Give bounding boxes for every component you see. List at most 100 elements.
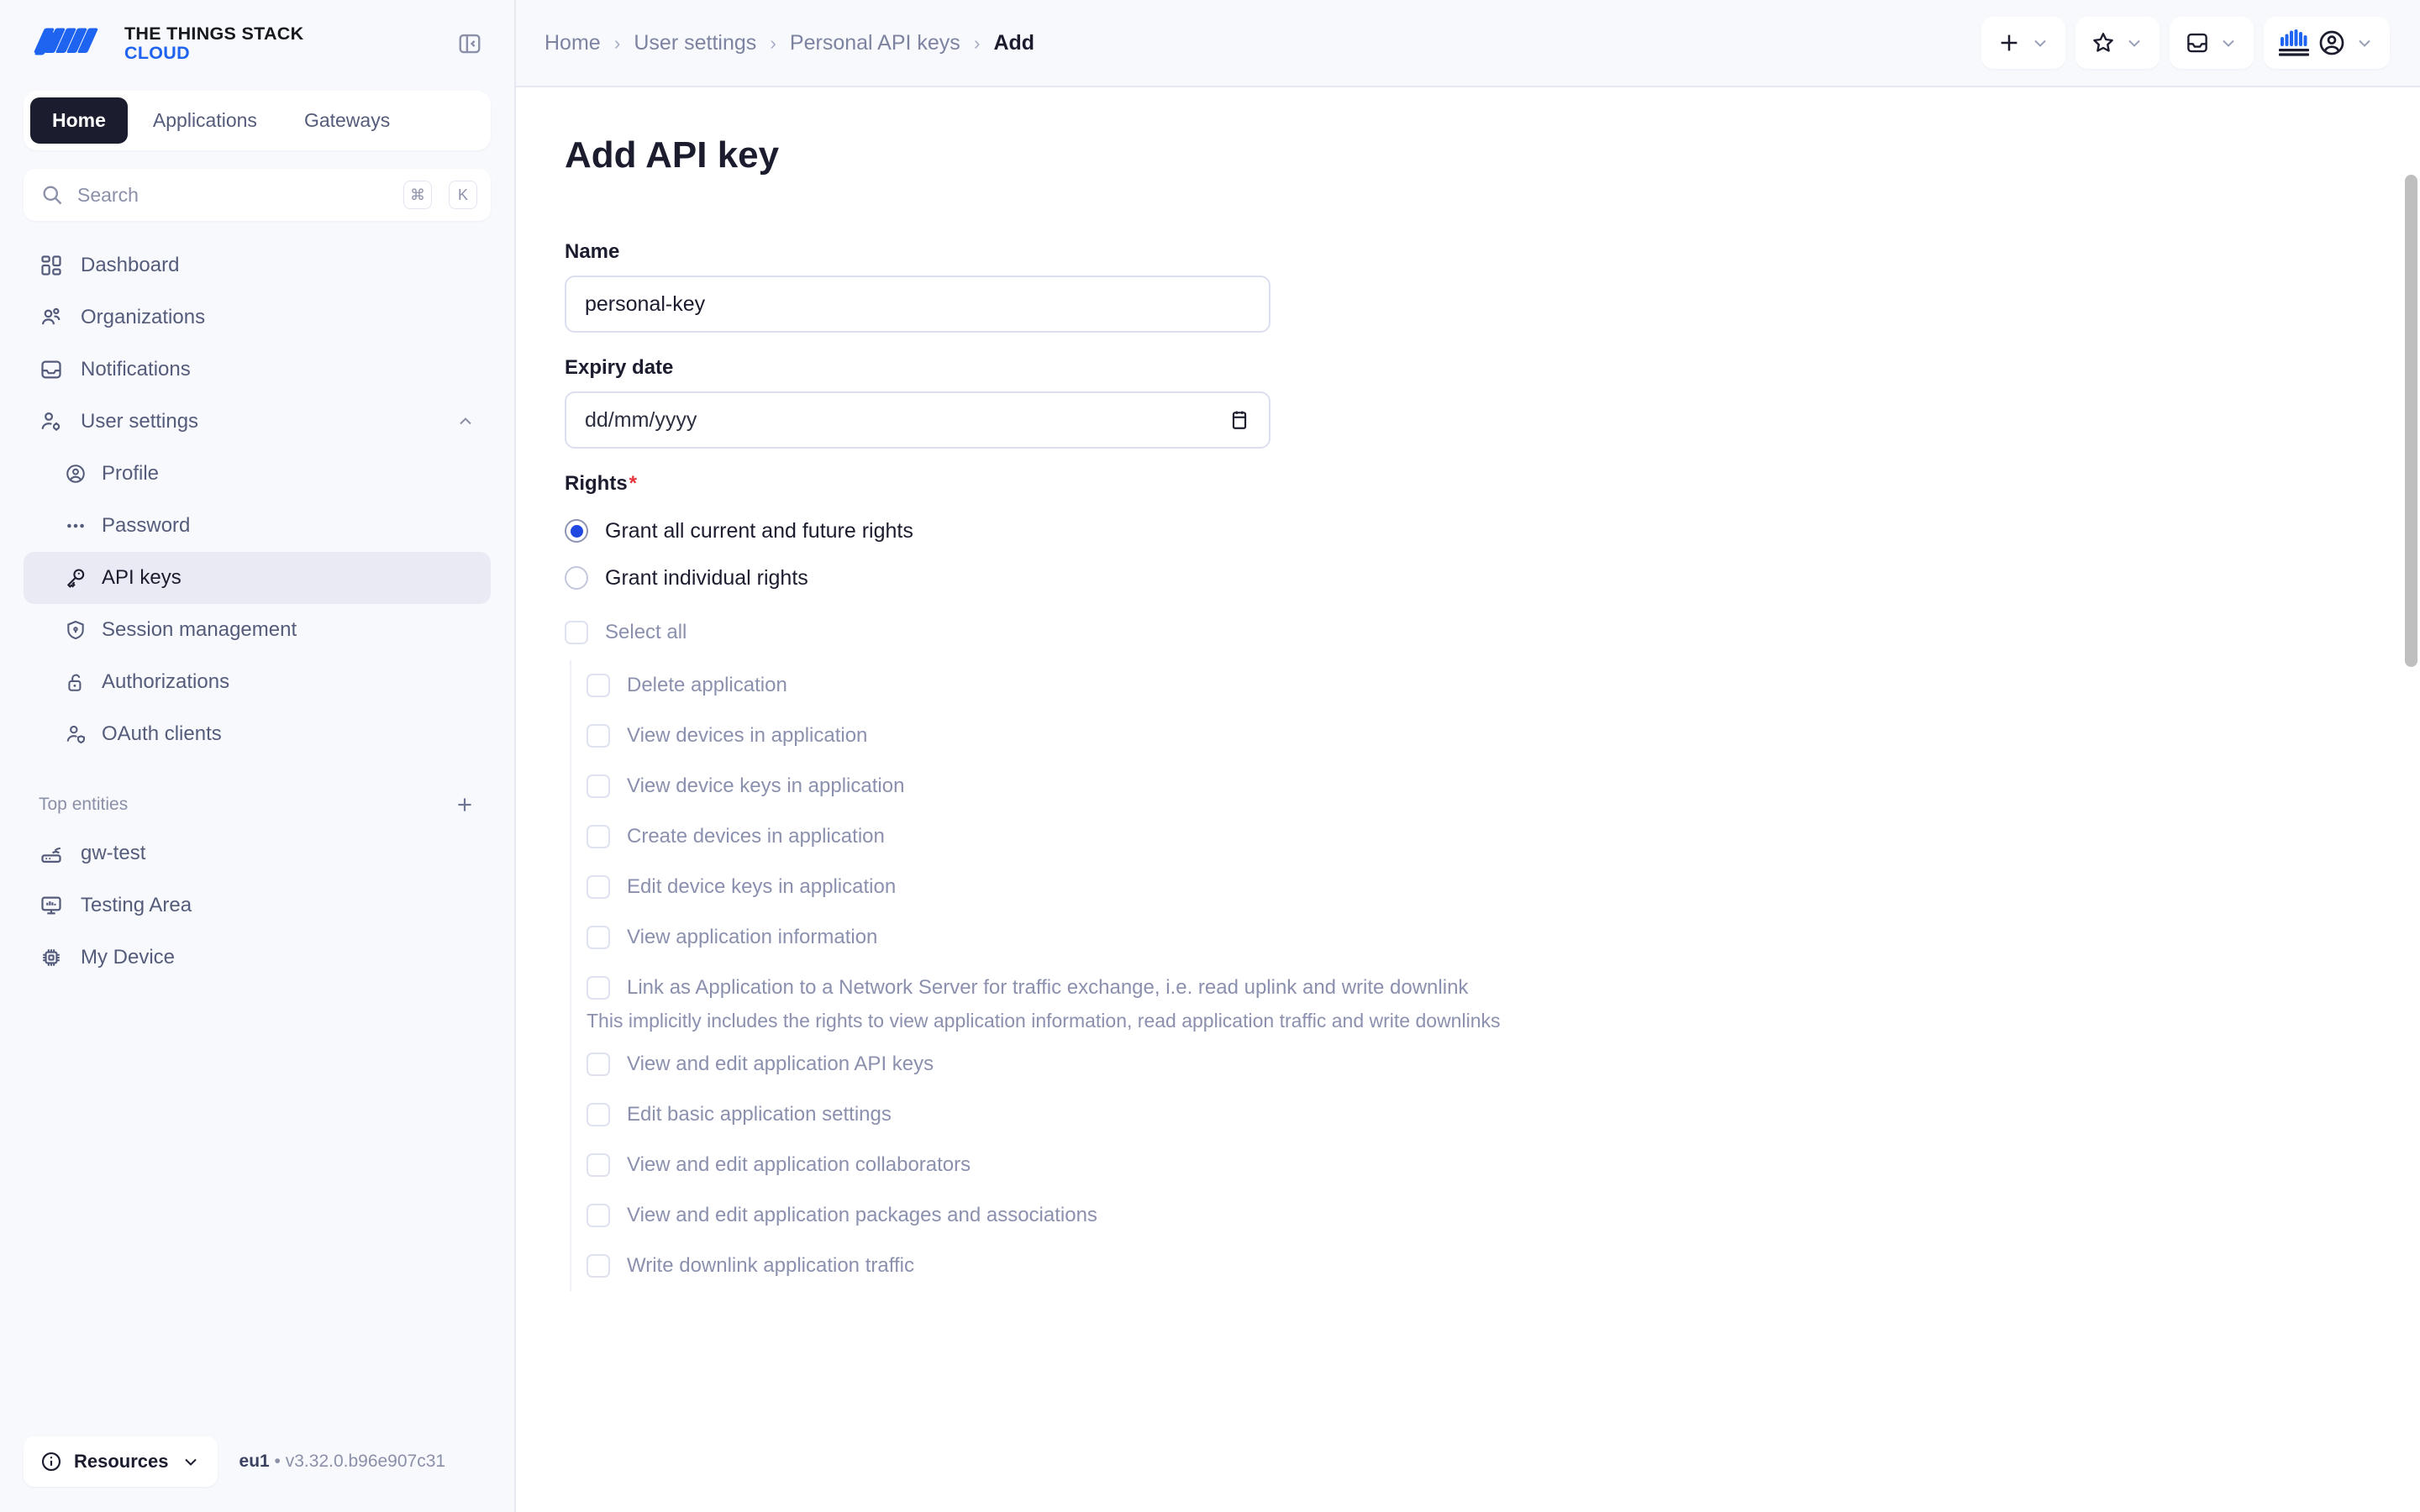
sidebar-item-api-keys[interactable]: API keys <box>24 552 491 604</box>
avatar-icon <box>2319 30 2344 55</box>
select-all-checkbox[interactable]: Select all <box>565 610 2420 655</box>
bookmarks-menu-button[interactable] <box>2075 17 2160 69</box>
sidebar-item-user-settings[interactable]: User settings <box>24 396 491 448</box>
sidebar-item-label: Profile <box>102 462 160 485</box>
version-info: eu1 • v3.32.0.b96e907c31 <box>239 1452 446 1472</box>
sidebar-tabs: Home Applications Gateways <box>24 91 491 150</box>
required-marker: * <box>629 472 638 495</box>
right-checkbox-row[interactable]: View and edit application packages and a… <box>587 1190 2420 1241</box>
gateway-icon <box>39 841 64 866</box>
radio-grant-all[interactable]: Grant all current and future rights <box>565 507 2420 554</box>
name-label: Name <box>565 240 620 263</box>
password-icon <box>64 515 87 538</box>
radio-grant-individual[interactable]: Grant individual rights <box>565 554 2420 601</box>
calendar-icon[interactable] <box>1228 409 1250 431</box>
sidebar-item-profile[interactable]: Profile <box>24 448 491 500</box>
right-checkbox-row[interactable]: View devices in application <box>587 711 2420 761</box>
sidebar-item-dashboard[interactable]: Dashboard <box>24 239 491 291</box>
right-checkbox-row[interactable]: View application information <box>587 912 2420 963</box>
breadcrumb-home[interactable]: Home <box>544 31 601 55</box>
scrollbar-thumb[interactable] <box>2405 175 2417 667</box>
top-entity-label: Testing Area <box>81 894 192 916</box>
brand-subtitle: CLOUD <box>124 43 190 63</box>
right-label: View device keys in application <box>627 774 905 797</box>
right-label: View application information <box>627 926 878 948</box>
main-area: Home › User settings › Personal API keys… <box>516 0 2420 1512</box>
top-entity-testing-area[interactable]: Testing Area <box>24 879 491 932</box>
checkbox-icon <box>587 724 610 748</box>
things-stack-logo-icon <box>34 28 98 55</box>
right-checkbox-row[interactable]: Create devices in application <box>587 811 2420 862</box>
breadcrumb-user-settings[interactable]: User settings <box>634 31 756 55</box>
sidebar-collapse-icon[interactable] <box>454 28 486 60</box>
checkbox-icon <box>587 875 610 899</box>
sidebar-item-session-management[interactable]: Session management <box>24 604 491 656</box>
right-checkbox-row[interactable]: View and edit application API keys <box>587 1039 2420 1089</box>
rights-label: Rights* <box>565 472 2420 496</box>
resources-button[interactable]: Resources <box>24 1436 218 1487</box>
sidebar-item-label: API keys <box>102 566 182 589</box>
organizations-icon <box>39 305 64 330</box>
checkbox-icon <box>565 621 588 644</box>
sidebar-item-label: Dashboard <box>81 254 180 276</box>
right-checkbox-row[interactable]: Link as Application to a Network Server … <box>587 963 2420 1013</box>
tab-applications[interactable]: Applications <box>131 97 279 144</box>
checkbox-icon <box>587 1103 610 1126</box>
brand-logo[interactable]: THE THINGS STACK CLOUD <box>34 24 303 63</box>
sidebar-item-authorizations[interactable]: Authorizations <box>24 656 491 708</box>
things-industries-logo-icon <box>2279 29 2309 57</box>
version-separator: • <box>274 1452 281 1471</box>
breadcrumb-separator: › <box>973 31 981 54</box>
right-label: View and edit application collaborators <box>627 1153 971 1176</box>
chevron-down-icon <box>2124 33 2144 53</box>
sidebar-item-oauth-clients[interactable]: OAuth clients <box>24 708 491 760</box>
add-entity-plus-icon[interactable] <box>454 794 476 816</box>
breadcrumb-personal-api-keys[interactable]: Personal API keys <box>790 31 960 55</box>
checkbox-icon <box>587 825 610 848</box>
top-entity-my-device[interactable]: My Device <box>24 932 491 984</box>
sidebar-item-label: User settings <box>81 410 199 433</box>
expiry-date-input[interactable]: dd/mm/yyyy <box>565 391 1270 449</box>
chevron-up-icon[interactable] <box>455 412 476 432</box>
search-input[interactable]: Search ⌘ K <box>24 169 491 221</box>
checkbox-icon <box>587 1254 610 1278</box>
right-checkbox-row[interactable]: Delete application <box>587 660 2420 711</box>
tab-gateways[interactable]: Gateways <box>282 97 412 144</box>
checkbox-icon <box>587 674 610 697</box>
right-label: View devices in application <box>627 724 868 747</box>
expiry-date-label: Expiry date <box>565 356 674 379</box>
top-entity-gw-test[interactable]: gw-test <box>24 827 491 879</box>
cluster-label: eu1 <box>239 1452 270 1471</box>
right-checkbox-row[interactable]: Edit device keys in application <box>587 862 2420 912</box>
account-menu-button[interactable] <box>2264 17 2390 69</box>
profile-icon <box>64 463 87 486</box>
topbar-actions <box>1981 17 2390 69</box>
device-chip-icon <box>39 945 64 970</box>
plus-icon <box>2001 34 2018 51</box>
checkbox-icon <box>587 1153 610 1177</box>
notifications-menu-button[interactable] <box>2170 17 2254 69</box>
add-menu-button[interactable] <box>1981 17 2065 69</box>
info-icon <box>41 1452 61 1472</box>
key-icon <box>64 567 87 590</box>
right-label: Edit basic application settings <box>627 1103 892 1126</box>
chevron-down-icon <box>2030 33 2050 53</box>
sidebar-item-organizations[interactable]: Organizations <box>24 291 491 344</box>
tab-home[interactable]: Home <box>30 97 128 144</box>
page-scrollbar[interactable] <box>2402 175 2420 1512</box>
right-checkbox-row[interactable]: Edit basic application settings <box>587 1089 2420 1140</box>
right-checkbox-row[interactable]: Write downlink application traffic <box>587 1241 2420 1291</box>
right-checkbox-row[interactable]: View device keys in application <box>587 761 2420 811</box>
breadcrumb-separator: › <box>613 31 621 54</box>
resources-label: Resources <box>74 1451 169 1472</box>
top-entity-label: gw-test <box>81 842 146 864</box>
right-checkbox-row[interactable]: View and edit application collaborators <box>587 1140 2420 1190</box>
sidebar-item-password[interactable]: Password <box>24 500 491 552</box>
right-label: Link as Application to a Network Server … <box>627 976 1469 999</box>
oauth-user-icon <box>64 723 87 746</box>
breadcrumb-separator: › <box>770 31 776 54</box>
name-input[interactable]: personal-key <box>565 276 1270 333</box>
chevron-down-icon <box>2354 33 2375 53</box>
sidebar-item-notifications[interactable]: Notifications <box>24 344 491 396</box>
page-content: Add API key Name personal-key Expiry dat… <box>516 87 2420 1512</box>
